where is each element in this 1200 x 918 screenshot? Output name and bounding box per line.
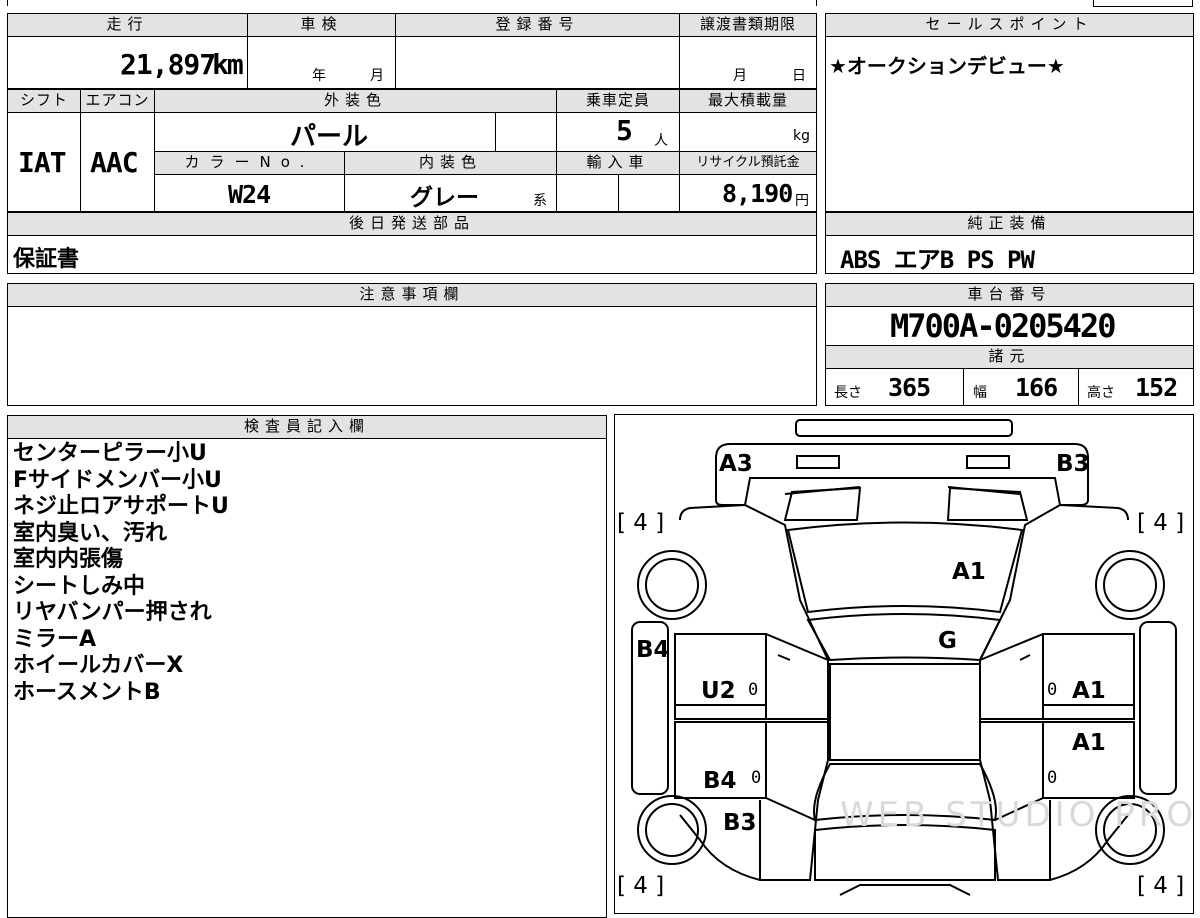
inspection-header: 車検 (247, 13, 396, 37)
color-no-value: W24 (228, 180, 271, 209)
aircon-header: エアコン (80, 89, 155, 113)
chassis-value: M700A-0205420 (890, 307, 1116, 345)
inspector-list: センターピラー小U Fサイドメンバー小U ネジ止ロアサポートU 室内臭い、汚れ … (13, 441, 229, 706)
inspector-line: ネジ止ロアサポートU (13, 494, 229, 519)
transfer-deadline-header: 譲渡書類期限 (679, 13, 817, 37)
damage-label-b4-side: B4 (636, 637, 670, 663)
aircon-value: AAC (90, 146, 139, 179)
max-load-header: 最大積載量 (679, 89, 817, 113)
damage-label-b3-front: B3 (1056, 451, 1090, 477)
tire-rear-right-label: [ 4 ] (1137, 873, 1185, 899)
mileage-header: 走行 (7, 13, 248, 37)
max-load-unit: kg (793, 128, 810, 144)
damage-label-a3: A3 (719, 451, 753, 477)
damage-label-a1-rear-door: A1 (1072, 730, 1106, 756)
registration-header: 登録番号 (395, 13, 680, 37)
registration-cell (395, 36, 680, 89)
exterior-color-extra-cell (495, 112, 557, 152)
interior-color-suffix: 系 (533, 193, 547, 209)
inspector-line: ホースメントB (13, 679, 161, 705)
damage-label-u2: U2 (701, 678, 736, 704)
damage-label-g: G (938, 628, 957, 654)
tire-rear-left-label: [ 4 ] (617, 873, 665, 899)
capacity-value: 5 (616, 114, 633, 147)
zero-mark: 0 (751, 768, 762, 788)
specs-length-value: 365 (888, 373, 931, 402)
inspector-header: 検査員記入欄 (7, 415, 607, 439)
damage-label-b3-rear: B3 (723, 810, 757, 836)
inspector-line: Fサイドメンバー小U (13, 467, 222, 493)
mileage-unit: km (212, 48, 244, 81)
color-no-header: カラーNo. (154, 151, 345, 175)
sales-point-value: ★オークションデビュー★ (829, 54, 1065, 78)
sales-point-header: セールスポイント (825, 13, 1194, 37)
shift-value: IAT (18, 146, 67, 179)
specs-height-value: 152 (1135, 373, 1178, 402)
specs-width-label: 幅 (973, 385, 987, 401)
exterior-color-value: パール (290, 122, 369, 152)
mileage-value: 21,897 (120, 48, 216, 81)
deadline-month-label: 月 (733, 68, 747, 84)
top-right-stub (1093, 0, 1193, 7)
capacity-unit: 人 (654, 133, 668, 149)
inspector-line: ホイールカバーX (13, 653, 184, 678)
exterior-color-header: 外装色 (154, 89, 557, 113)
inspector-line: 室内臭い、汚れ (13, 520, 168, 546)
specs-length-label: 長さ (834, 385, 862, 401)
chassis-header: 車台番号 (825, 283, 1194, 307)
watermark: WEB STUDIO PRO (840, 795, 1198, 835)
inspector-line: リヤバンパー押され (13, 600, 212, 625)
notes-header: 注意事項欄 (7, 283, 817, 307)
inspector-line: 室内内張傷 (13, 547, 124, 572)
damage-label-a1-hood: A1 (952, 559, 986, 585)
specs-header: 諸元 (825, 345, 1194, 369)
equipment-value: ABS エアB PS PW (840, 246, 1035, 274)
notes-cell (7, 306, 817, 406)
zero-mark: 0 (1047, 680, 1058, 700)
imported-cell-a (556, 174, 619, 212)
damage-label-b4-door: B4 (703, 768, 737, 794)
interior-color-value: グレー (410, 185, 479, 211)
imported-header: 輸入車 (556, 151, 680, 175)
later-parts-value: 保証書 (13, 247, 80, 272)
shift-header: シフト (7, 89, 81, 113)
interior-color-header: 内装色 (344, 151, 557, 175)
specs-height-label: 高さ (1087, 385, 1115, 401)
inspector-line: ミラーA (13, 626, 97, 652)
inspector-line: センターピラー小U (13, 441, 207, 466)
recycle-fee-value: 8,190 (722, 179, 793, 208)
inspection-year-label: 年 (312, 68, 326, 84)
zero-mark: 0 (748, 680, 759, 700)
zero-mark: 0 (1047, 768, 1058, 788)
inspection-month-label: 月 (370, 68, 384, 84)
capacity-header: 乗車定員 (556, 89, 680, 113)
recycle-fee-header: リサイクル預託金 (679, 151, 817, 175)
tire-front-right-label: [ 4 ] (1137, 510, 1185, 536)
imported-cell-b (618, 174, 680, 212)
specs-width-value: 166 (1015, 373, 1058, 402)
later-parts-header: 後日発送部品 (7, 212, 817, 236)
damage-label-a1-front-door: A1 (1072, 678, 1106, 704)
equipment-header: 純正装備 (825, 212, 1194, 236)
recycle-fee-unit: 円 (795, 193, 809, 209)
tire-front-left-label: [ 4 ] (617, 510, 665, 536)
later-parts-cell (7, 235, 817, 274)
inspector-line: シートしみ中 (13, 573, 146, 599)
vehicle-info-block (7, 0, 817, 6)
deadline-day-label: 日 (792, 68, 806, 84)
